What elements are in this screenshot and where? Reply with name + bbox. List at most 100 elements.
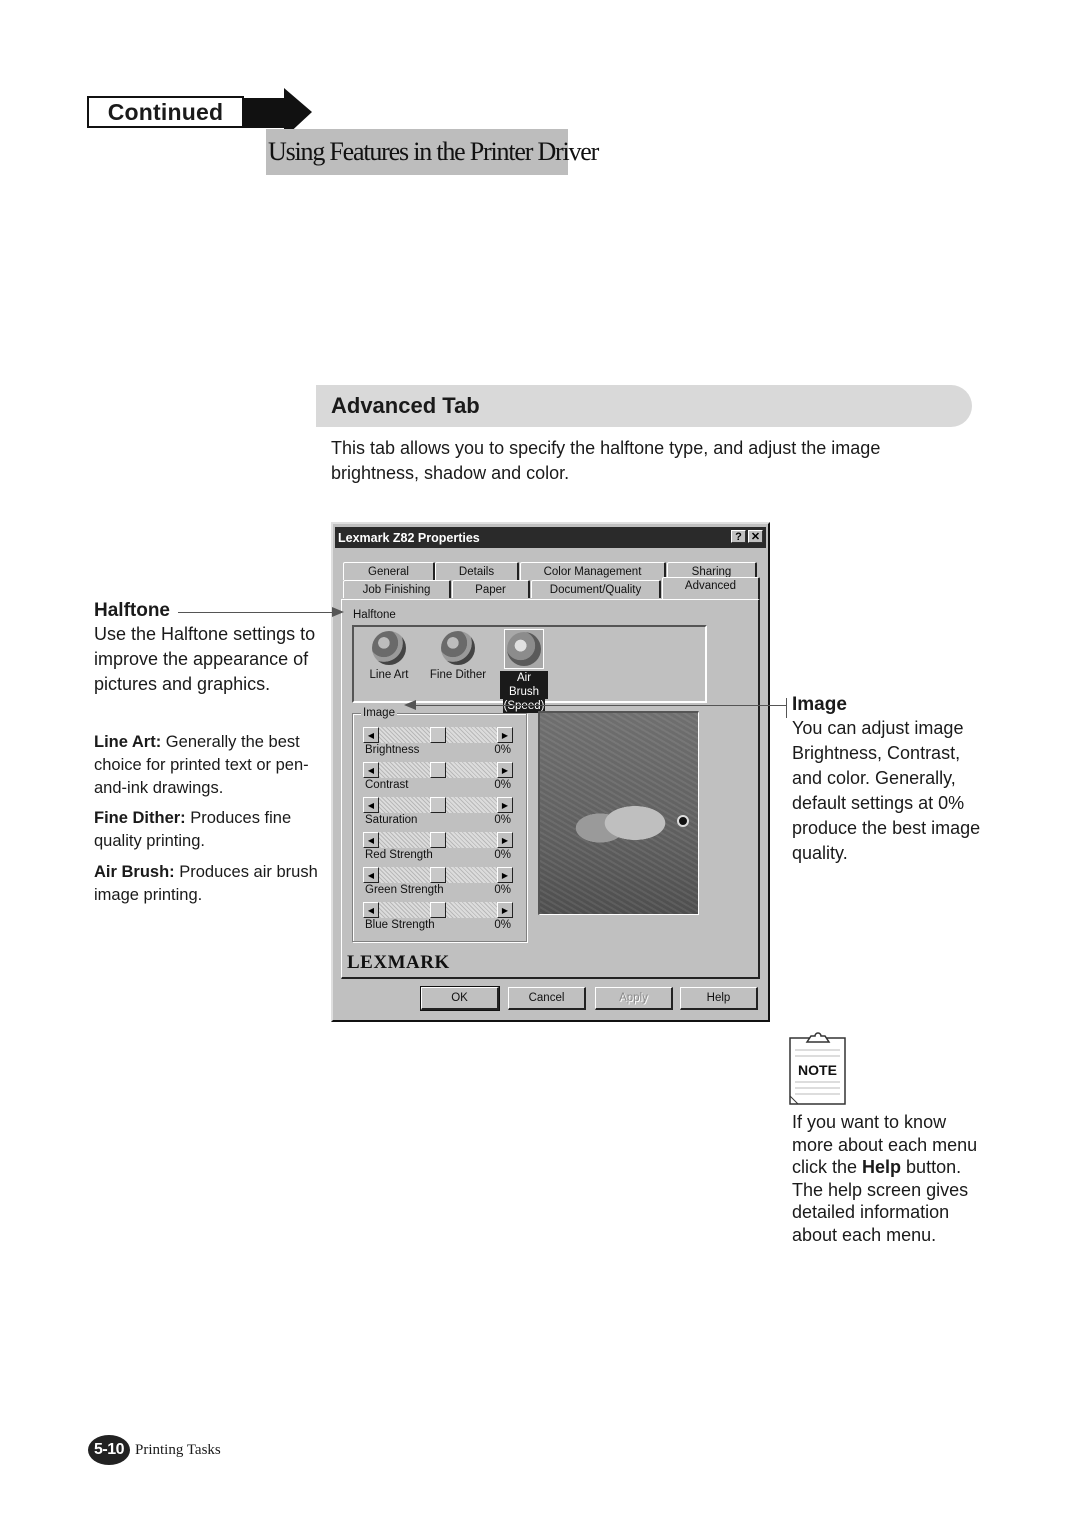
advanced-tab-description: This tab allows you to specify the halft… (331, 438, 881, 483)
tab-label: Paper (475, 583, 506, 596)
preview-image (538, 711, 699, 915)
slider-thumb[interactable] (430, 867, 446, 883)
tab-job-finishing[interactable]: Job Finishing (343, 580, 451, 598)
slider-value: 0% (494, 919, 511, 931)
fish-eye (677, 815, 689, 827)
slider-red-strength[interactable]: ◀ ▶ Red Strength 0% (363, 832, 513, 866)
scroll-right-icon[interactable]: ▶ (497, 797, 513, 813)
help-button[interactable]: Help (680, 987, 758, 1010)
fine-dither-description: Fine Dither: Produces fine quality print… (94, 807, 324, 853)
scroll-right-icon[interactable]: ▶ (497, 727, 513, 743)
cancel-button[interactable]: Cancel (508, 987, 586, 1010)
line-art-description: Line Art: Generally the best choice for … (94, 731, 324, 800)
slider-brightness[interactable]: ◀ ▶ Brightness 0% (363, 727, 513, 761)
scroll-left-icon[interactable]: ◀ (363, 727, 379, 743)
apply-button[interactable]: Apply (595, 987, 673, 1010)
globe-icon (441, 631, 475, 665)
scroll-right-icon[interactable]: ▶ (497, 902, 513, 918)
slider-label: Saturation (365, 814, 418, 826)
dialog-title: Lexmark Z82 Properties (338, 530, 480, 545)
note-clipboard-icon: NOTE (789, 1032, 846, 1105)
slider-label: Brightness (365, 744, 420, 756)
slider-thumb[interactable] (430, 902, 446, 918)
tab-paper[interactable]: Paper (452, 580, 530, 598)
scroll-left-icon[interactable]: ◀ (363, 867, 379, 883)
halftone-option-air-brush[interactable]: Air Brush (Speed) (500, 629, 548, 713)
scroll-right-icon[interactable]: ▶ (497, 762, 513, 778)
callout-line (178, 612, 333, 613)
option-label: Air Brush (500, 671, 548, 699)
term: Line Art: (94, 733, 162, 751)
image-callout: Image You can adjust image Brightness, C… (792, 694, 992, 866)
slider-thumb[interactable] (430, 797, 446, 813)
image-callout-title: Image (792, 694, 847, 715)
option-label: Line Art (369, 669, 409, 681)
scroll-left-icon[interactable]: ◀ (363, 762, 379, 778)
note-text: If you want to know more about each menu… (792, 1111, 987, 1246)
ok-button[interactable]: OK (420, 986, 500, 1011)
selection-frame (504, 629, 544, 669)
slider-value: 0% (494, 884, 511, 896)
close-icon[interactable]: ✕ (748, 530, 763, 543)
slider-thumb[interactable] (430, 832, 446, 848)
arrowhead-icon (404, 700, 416, 710)
tab-label: General (368, 565, 409, 578)
term: Fine Dither: (94, 809, 186, 827)
tab-advanced[interactable]: Advanced (662, 577, 760, 599)
option-label: Fine Dither (429, 669, 487, 681)
tab-label: Advanced (684, 580, 737, 592)
halftone-option-line-art[interactable]: Line Art (364, 631, 414, 681)
note-text-bold: Help (862, 1157, 902, 1177)
image-group-label: Image (361, 707, 397, 719)
tab-label: Job Finishing (362, 583, 431, 596)
tab-label: Document/Quality (549, 583, 642, 596)
slider-label: Red Strength (365, 849, 433, 861)
slider-label: Green Strength (365, 884, 444, 896)
slider-contrast[interactable]: ◀ ▶ Contrast 0% (363, 762, 513, 796)
slider-thumb[interactable] (430, 727, 446, 743)
globe-icon (507, 632, 541, 666)
halftone-callout-title: Halftone (94, 600, 170, 621)
callout-line-tick (786, 698, 787, 718)
slider-green-strength[interactable]: ◀ ▶ Green Strength 0% (363, 867, 513, 901)
tab-document-quality[interactable]: Document/Quality (531, 580, 661, 598)
scroll-left-icon[interactable]: ◀ (363, 902, 379, 918)
tab-label: Sharing (691, 565, 732, 578)
slider-label: Blue Strength (365, 919, 435, 931)
scroll-left-icon[interactable]: ◀ (363, 832, 379, 848)
continued-label: Continued (87, 96, 244, 128)
page-footer: 5-10 Printing Tasks (88, 1435, 221, 1465)
section-title: Using Features in the Printer Driver (266, 129, 599, 175)
slider-thumb[interactable] (430, 762, 446, 778)
slider-value: 0% (494, 814, 511, 826)
tab-details[interactable]: Details (435, 562, 519, 580)
help-icon[interactable]: ? (731, 530, 746, 543)
callout-line (415, 705, 787, 706)
scroll-right-icon[interactable]: ▶ (497, 867, 513, 883)
slider-value: 0% (494, 779, 511, 791)
arrowhead-icon (332, 607, 344, 617)
halftone-option-fine-dither[interactable]: Fine Dither (426, 631, 490, 681)
halftone-group: Line Art Fine Dither Air Brush (Speed) (352, 625, 707, 713)
advanced-tab-heading: Advanced Tab (316, 385, 972, 427)
image-callout-body: You can adjust image Brightness, Contras… (792, 718, 981, 863)
page-number-badge: 5-10 (88, 1435, 130, 1465)
scroll-right-icon[interactable]: ▶ (497, 832, 513, 848)
air-brush-description: Air Brush: Produces air brush image prin… (94, 861, 324, 907)
dialog-titlebar: Lexmark Z82 Properties ? ✕ (335, 527, 766, 548)
halftone-group-label: Halftone (353, 609, 396, 621)
slider-value: 0% (494, 849, 511, 861)
tab-color-management[interactable]: Color Management (520, 562, 666, 580)
tab-label: Color Management (543, 565, 642, 578)
halftone-callout: Halftone Use the Halftone settings to im… (94, 600, 334, 697)
slider-saturation[interactable]: ◀ ▶ Saturation 0% (363, 797, 513, 831)
tab-general[interactable]: General (343, 562, 435, 580)
slider-label: Contrast (365, 779, 409, 791)
slider-blue-strength[interactable]: ◀ ▶ Blue Strength 0% (363, 902, 513, 936)
scroll-left-icon[interactable]: ◀ (363, 797, 379, 813)
slider-value: 0% (494, 744, 511, 756)
properties-dialog: Lexmark Z82 Properties ? ✕ General Detai… (331, 522, 770, 1022)
chapter-label: Printing Tasks (135, 1441, 221, 1458)
note-icon-label: NOTE (798, 1062, 837, 1078)
term: Air Brush: (94, 863, 175, 881)
